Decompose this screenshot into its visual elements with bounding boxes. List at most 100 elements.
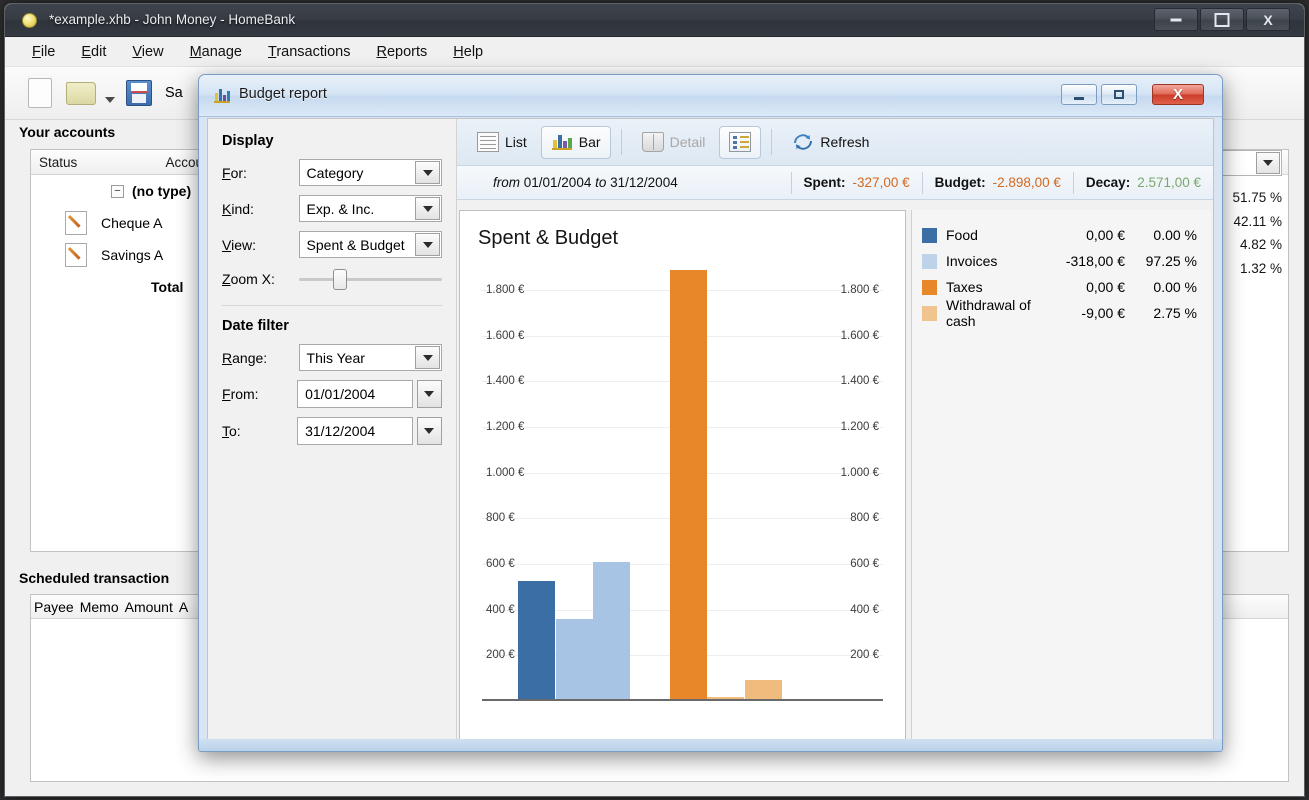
legend-category-name: Food	[946, 227, 1033, 243]
legend-percent: 0.00 %	[1125, 227, 1197, 243]
decay-label: Decay:	[1086, 175, 1130, 190]
budget-report-dialog: Budget report X Display For: Category	[198, 74, 1223, 752]
close-icon: X	[1173, 86, 1183, 103]
chevron-down-icon[interactable]	[1256, 152, 1280, 174]
from-date-dropdown-button[interactable]	[417, 380, 442, 408]
bar-chart: Spent & Budget 200 €400 €600 €800 €1.000…	[459, 210, 906, 742]
list-label: List	[505, 134, 527, 150]
legend-swatch	[922, 228, 937, 243]
menu-file[interactable]: File	[19, 40, 68, 64]
legend-amount: -318,00 €	[1033, 253, 1125, 269]
homebank-icon	[22, 13, 37, 28]
save-button-label[interactable]: Sa	[165, 85, 183, 101]
list-item[interactable]: Food 0,00 € 0.00 %	[922, 222, 1197, 248]
view-combobox[interactable]: Spent & Budget	[299, 231, 442, 258]
edit-pen-icon[interactable]	[65, 211, 87, 235]
to-label: To:	[222, 423, 297, 439]
open-folder-icon[interactable]	[64, 76, 98, 110]
refresh-button[interactable]: Refresh	[782, 126, 879, 159]
list-item[interactable]: Withdrawal of cash -9,00 € 2.75 %	[922, 300, 1197, 326]
tab-list[interactable]: List	[467, 126, 537, 159]
budget-label: Budget:	[935, 175, 986, 190]
bar-chart-icon	[551, 132, 573, 152]
save-icon[interactable]	[122, 76, 156, 110]
decay-value: 2.571,00 €	[1137, 175, 1201, 190]
spent-value: -327,00 €	[853, 175, 910, 190]
menu-view[interactable]: View	[119, 40, 176, 64]
range-combobox[interactable]: This Year	[299, 344, 442, 371]
chevron-down-icon[interactable]	[415, 161, 440, 184]
menu-help[interactable]: Help	[440, 40, 496, 64]
to-date-input[interactable]: 31/12/2004	[297, 417, 413, 445]
tab-detail[interactable]: Detail	[632, 126, 716, 159]
for-combobox[interactable]: Category	[299, 159, 442, 186]
from-date-value: 01/01/2004	[305, 386, 375, 402]
chart-baseline	[482, 699, 883, 701]
column-header-payee[interactable]: Payee	[31, 599, 77, 615]
refresh-label: Refresh	[820, 134, 869, 150]
column-header-account[interactable]: A	[176, 599, 191, 615]
for-value: Category	[307, 165, 364, 181]
column-header-status[interactable]: Status	[31, 155, 111, 170]
menu-edit[interactable]: Edit	[68, 40, 119, 64]
scrollbar-thumb[interactable]: ∣∣∣	[482, 751, 883, 752]
legend-toggle-icon	[729, 132, 751, 152]
main-maximize-button[interactable]	[1200, 8, 1244, 31]
chart-bar	[556, 619, 593, 699]
edit-pen-icon[interactable]	[65, 243, 87, 267]
chevron-down-icon[interactable]	[415, 197, 440, 220]
menu-transactions[interactable]: Transactions	[255, 40, 363, 64]
column-header-memo[interactable]: Memo	[77, 599, 122, 615]
dialog-close-button[interactable]: X	[1152, 84, 1204, 105]
tab-bar[interactable]: Bar	[541, 126, 611, 159]
kind-combobox[interactable]: Exp. & Inc.	[299, 195, 442, 222]
bar-label: Bar	[579, 134, 601, 150]
expander-icon[interactable]: −	[111, 185, 124, 198]
column-header-amount[interactable]: Amount	[122, 599, 176, 615]
from-field-row: From: 01/01/2004	[222, 380, 442, 408]
from-date-input[interactable]: 01/01/2004	[297, 380, 413, 408]
slider-thumb[interactable]	[333, 269, 347, 290]
zoom-x-label: Zoom X:	[222, 271, 299, 287]
refresh-icon	[792, 132, 814, 152]
y-tick-label: 1.200 €	[486, 421, 524, 433]
list-item[interactable]: Invoices -318,00 € 97.25 %	[922, 248, 1197, 274]
new-document-icon[interactable]	[23, 76, 57, 110]
spent-stat: Spent: -327,00 €	[792, 175, 922, 190]
y-tick-label: 1.000 €	[486, 467, 524, 479]
account-name: Cheque A	[101, 215, 163, 231]
chevron-down-icon[interactable]	[105, 97, 115, 103]
zoom-x-slider[interactable]	[299, 267, 442, 291]
budget-value: -2.898,00 €	[993, 175, 1061, 190]
from-label: From:	[222, 386, 297, 402]
y-tick-label: 600 €	[850, 558, 879, 570]
main-close-button[interactable]: X	[1246, 8, 1290, 31]
budget-stat: Budget: -2.898,00 €	[923, 175, 1073, 190]
decay-stat: Decay: 2.571,00 €	[1074, 175, 1213, 190]
y-tick-label: 400 €	[486, 604, 515, 616]
dialog-footer	[199, 739, 1222, 751]
account-group-label: (no type)	[132, 183, 191, 199]
chevron-down-icon[interactable]	[415, 233, 440, 256]
account-name: Savings A	[101, 247, 163, 263]
main-window-titlebar[interactable]: *example.xhb - John Money - HomeBank X	[5, 4, 1304, 37]
to-field-row: To: 31/12/2004	[222, 417, 442, 445]
menu-reports[interactable]: Reports	[363, 40, 440, 64]
dialog-titlebar[interactable]: Budget report X	[199, 75, 1222, 117]
menu-manage[interactable]: Manage	[177, 40, 255, 64]
to-date-dropdown-button[interactable]	[417, 417, 442, 445]
y-tick-label: 1.600 €	[486, 330, 524, 342]
y-tick-label: 400 €	[850, 604, 879, 616]
kind-value: Exp. & Inc.	[307, 201, 375, 217]
legend-percent: 2.75 %	[1125, 305, 1197, 321]
legend-percent: 97.25 %	[1125, 253, 1197, 269]
legend-toggle-button[interactable]	[719, 126, 761, 159]
dialog-maximize-button[interactable]	[1101, 84, 1137, 105]
y-tick-label: 1.800 €	[841, 284, 879, 296]
view-value: Spent & Budget	[307, 237, 405, 253]
dialog-minimize-button[interactable]	[1061, 84, 1097, 105]
accounts-heading: Your accounts	[19, 124, 115, 140]
main-minimize-button[interactable]	[1154, 8, 1198, 31]
chevron-down-icon[interactable]	[415, 346, 440, 369]
range-from: 01/01/2004	[524, 175, 592, 190]
